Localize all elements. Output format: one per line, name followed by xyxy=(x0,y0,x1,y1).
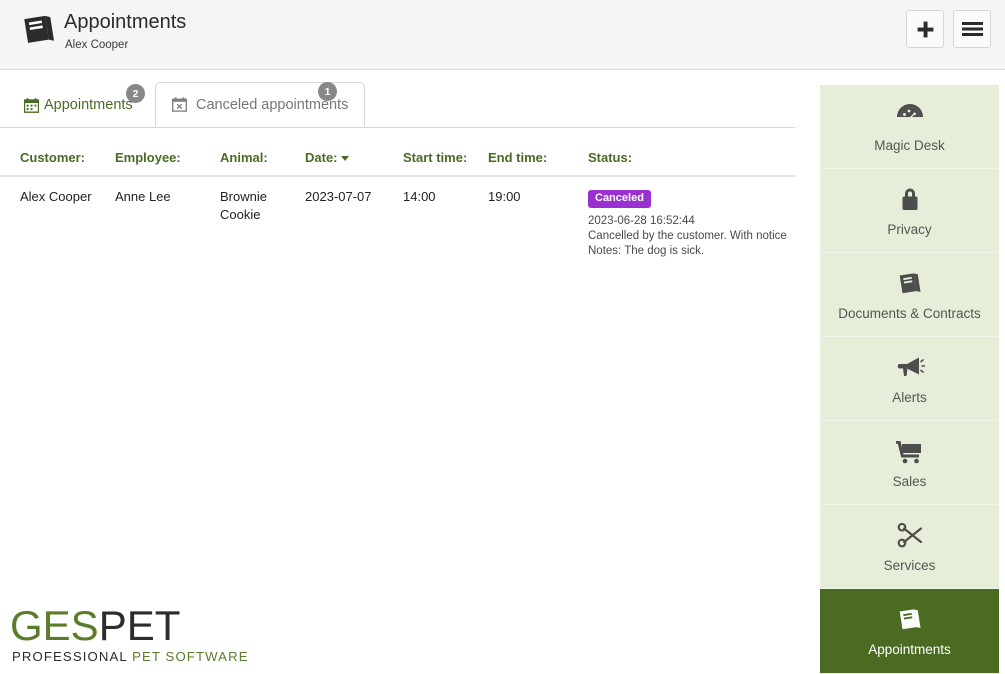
sidebar-item-sales-label: Sales xyxy=(892,473,927,489)
calendar-x-icon xyxy=(172,97,187,112)
sidebar-item-alerts[interactable]: Alerts xyxy=(820,337,999,421)
sidebar-item-sales[interactable]: Sales xyxy=(820,421,999,505)
dashboard-gauge-icon xyxy=(895,100,925,130)
cell-customer: Alex Cooper xyxy=(20,189,92,204)
column-header-status[interactable]: Status: xyxy=(588,145,795,177)
cell-employee: Anne Lee xyxy=(115,189,171,204)
tab-canceled-appointments-badge: 1 xyxy=(318,82,337,101)
header-identity: Appointments Alex Cooper xyxy=(20,8,186,52)
canceled-appointments-table: Customer: Employee: Animal: Date: Start … xyxy=(0,145,795,259)
shopping-cart-icon xyxy=(895,436,925,466)
column-header-date[interactable]: Date: xyxy=(305,145,403,177)
sidebar-item-privacy-label: Privacy xyxy=(887,221,932,237)
sidebar-item-alerts-label: Alerts xyxy=(892,389,927,405)
sidebar-item-services[interactable]: Services xyxy=(820,505,999,589)
megaphone-icon xyxy=(895,352,925,382)
calendar-icon xyxy=(23,97,40,113)
status-timestamp: 2023-06-28 16:52:44 xyxy=(588,215,695,227)
add-icon xyxy=(916,20,935,39)
sidebar-item-services-label: Services xyxy=(883,557,936,573)
appointments-table-container: Customer: Employee: Animal: Date: Start … xyxy=(0,145,795,259)
cell-status: Canceled 2023-06-28 16:52:44 Cancelled b… xyxy=(588,176,795,259)
cell-date: 2023-07-07 xyxy=(305,189,372,204)
table-row[interactable]: Alex Cooper Anne Lee Brownie Cookie 2023… xyxy=(0,176,795,259)
sidebar-item-appointments-label: Appointments xyxy=(868,642,951,657)
menu-button[interactable] xyxy=(953,10,991,48)
scissors-icon xyxy=(896,520,924,550)
table-header-row: Customer: Employee: Animal: Date: Start … xyxy=(0,145,795,177)
add-button[interactable] xyxy=(906,10,944,48)
table-body: Alex Cooper Anne Lee Brownie Cookie 2023… xyxy=(0,176,795,259)
book-icon xyxy=(896,268,924,298)
column-header-customer[interactable]: Customer: xyxy=(0,145,115,177)
cell-start-time: 14:00 xyxy=(403,189,436,204)
column-header-animal[interactable]: Animal: xyxy=(220,145,305,177)
sidebar-item-privacy[interactable]: Privacy xyxy=(820,169,999,253)
sidebar-item-documents-contracts[interactable]: Documents & Contracts xyxy=(820,253,999,337)
column-header-date-label: Date: xyxy=(305,150,338,165)
sidebar-item-appointments[interactable]: Appointments xyxy=(820,589,999,673)
table-header: Customer: Employee: Animal: Date: Start … xyxy=(0,145,795,177)
status-notes: Notes: The dog is sick. xyxy=(588,245,705,257)
agenda-book-icon xyxy=(20,10,58,48)
column-header-employee[interactable]: Employee: xyxy=(115,145,220,177)
logo-wordmark: GESPET xyxy=(10,604,270,648)
app-root: Appointments Alex Cooper Appointments Ca… xyxy=(0,0,1005,674)
logo-tagline-professional: PROFESSIONAL xyxy=(12,649,128,664)
sidebar-menu: Magic Desk Privacy Documents & Contracts… xyxy=(820,85,999,674)
column-header-end-time[interactable]: End time: xyxy=(488,145,588,177)
sort-descending-icon xyxy=(340,155,349,161)
logo-ges: GES xyxy=(10,602,99,649)
logo-tagline: PROFESSIONAL PET SOFTWARE xyxy=(12,649,270,665)
status-badge: Canceled xyxy=(588,190,651,208)
cell-animal: Brownie Cookie xyxy=(220,189,267,222)
agenda-book-icon xyxy=(896,604,924,634)
tab-strip: Appointments Canceled appointments 2 1 xyxy=(0,82,795,128)
page-title: Appointments xyxy=(64,11,187,33)
sidebar-item-magic-desk[interactable]: Magic Desk xyxy=(820,85,999,169)
header-text-group: Appointments Alex Cooper xyxy=(64,8,186,52)
status-reason: Cancelled by the customer. With notice xyxy=(588,230,787,242)
sidebar-item-magic-desk-label: Magic Desk xyxy=(874,137,945,153)
tab-appointments-badge: 2 xyxy=(126,84,145,103)
hamburger-menu-icon xyxy=(961,21,983,37)
column-header-start-time[interactable]: Start time: xyxy=(403,145,488,177)
gespet-logo: GESPET PROFESSIONAL PET SOFTWARE xyxy=(10,604,270,665)
cell-end-time: 19:00 xyxy=(488,189,521,204)
logo-pet: PET xyxy=(98,602,181,649)
header-username: Alex Cooper xyxy=(65,39,129,51)
header-actions xyxy=(906,10,991,48)
page-header: Appointments Alex Cooper xyxy=(0,0,1005,70)
lock-icon xyxy=(899,184,921,214)
tab-bar: Appointments Canceled appointments 2 1 xyxy=(0,78,795,128)
logo-tagline-pet-software: PET SOFTWARE xyxy=(132,649,249,664)
sidebar-item-documents-contracts-label: Documents & Contracts xyxy=(838,305,981,321)
tab-appointments-label: Appointments xyxy=(44,97,133,113)
